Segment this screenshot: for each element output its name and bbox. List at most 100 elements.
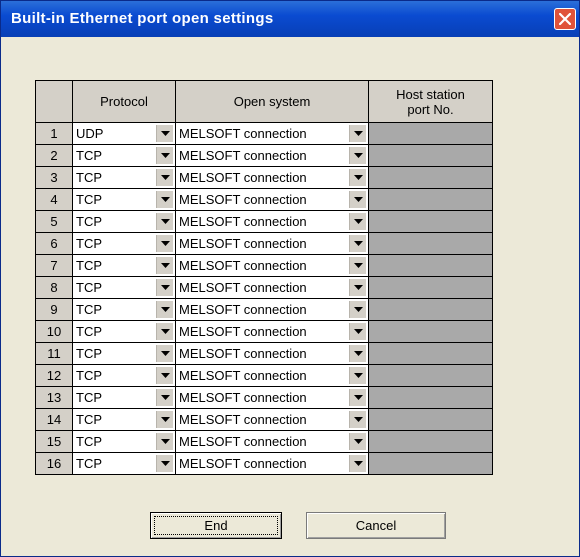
row-number[interactable]: 9 [35,298,73,321]
protocol-select[interactable]: TCP [72,254,176,277]
protocol-select[interactable]: UDP [72,122,176,145]
protocol-dropdown-button[interactable] [156,301,173,318]
open-system-dropdown-button[interactable] [349,169,366,186]
header-corner[interactable] [35,80,73,123]
row-number[interactable]: 10 [35,320,73,343]
open-system-select[interactable]: MELSOFT connection [175,298,369,321]
row-number[interactable]: 2 [35,144,73,167]
protocol-select[interactable]: TCP [72,298,176,321]
open-system-select[interactable]: MELSOFT connection [175,364,369,387]
protocol-select[interactable]: TCP [72,188,176,211]
open-system-dropdown-button[interactable] [349,191,366,208]
open-system-dropdown-button[interactable] [349,411,366,428]
close-button[interactable] [554,8,576,30]
row-number[interactable]: 7 [35,254,73,277]
row-number[interactable]: 11 [35,342,73,365]
open-system-select[interactable]: MELSOFT connection [175,386,369,409]
column-header-protocol[interactable]: Protocol [72,80,176,123]
protocol-dropdown-button[interactable] [156,213,173,230]
host-port-cell[interactable] [368,298,493,321]
open-system-dropdown-button[interactable] [349,147,366,164]
title-bar[interactable]: Built-in Ethernet port open settings [1,1,579,37]
protocol-dropdown-button[interactable] [156,125,173,142]
row-number[interactable]: 8 [35,276,73,299]
host-port-cell[interactable] [368,386,493,409]
protocol-select[interactable]: TCP [72,386,176,409]
row-number[interactable]: 15 [35,430,73,453]
protocol-dropdown-button[interactable] [156,169,173,186]
row-number[interactable]: 5 [35,210,73,233]
protocol-dropdown-button[interactable] [156,367,173,384]
host-port-cell[interactable] [368,342,493,365]
protocol-select[interactable]: TCP [72,276,176,299]
protocol-select[interactable]: TCP [72,430,176,453]
open-system-dropdown-button[interactable] [349,433,366,450]
open-system-select[interactable]: MELSOFT connection [175,276,369,299]
row-number[interactable]: 6 [35,232,73,255]
cancel-button[interactable]: Cancel [306,512,446,539]
protocol-select[interactable]: TCP [72,166,176,189]
protocol-dropdown-button[interactable] [156,389,173,406]
protocol-dropdown-button[interactable] [156,279,173,296]
host-port-cell[interactable] [368,430,493,453]
protocol-select[interactable]: TCP [72,144,176,167]
open-system-select[interactable]: MELSOFT connection [175,122,369,145]
open-system-select[interactable]: MELSOFT connection [175,342,369,365]
host-port-cell[interactable] [368,232,493,255]
open-system-dropdown-button[interactable] [349,213,366,230]
host-port-cell[interactable] [368,408,493,431]
open-system-select[interactable]: MELSOFT connection [175,232,369,255]
open-system-select[interactable]: MELSOFT connection [175,320,369,343]
protocol-select[interactable]: TCP [72,320,176,343]
open-system-dropdown-button[interactable] [349,323,366,340]
host-port-cell[interactable] [368,210,493,233]
row-number[interactable]: 13 [35,386,73,409]
protocol-select[interactable]: TCP [72,408,176,431]
host-port-cell[interactable] [368,144,493,167]
column-header-open-system[interactable]: Open system [175,80,369,123]
open-system-select[interactable]: MELSOFT connection [175,452,369,475]
row-number[interactable]: 4 [35,188,73,211]
open-system-dropdown-button[interactable] [349,235,366,252]
protocol-dropdown-button[interactable] [156,433,173,450]
protocol-select[interactable]: TCP [72,452,176,475]
open-system-dropdown-button[interactable] [349,125,366,142]
protocol-select[interactable]: TCP [72,210,176,233]
open-system-select[interactable]: MELSOFT connection [175,188,369,211]
protocol-dropdown-button[interactable] [156,411,173,428]
host-port-cell[interactable] [368,452,493,475]
protocol-dropdown-button[interactable] [156,191,173,208]
open-system-dropdown-button[interactable] [349,389,366,406]
protocol-select[interactable]: TCP [72,364,176,387]
open-system-dropdown-button[interactable] [349,301,366,318]
open-system-dropdown-button[interactable] [349,367,366,384]
host-port-cell[interactable] [368,166,493,189]
protocol-select[interactable]: TCP [72,342,176,365]
row-number[interactable]: 12 [35,364,73,387]
open-system-dropdown-button[interactable] [349,345,366,362]
row-number[interactable]: 14 [35,408,73,431]
host-port-cell[interactable] [368,364,493,387]
open-system-dropdown-button[interactable] [349,455,366,472]
host-port-cell[interactable] [368,320,493,343]
host-port-cell[interactable] [368,276,493,299]
open-system-select[interactable]: MELSOFT connection [175,430,369,453]
open-system-dropdown-button[interactable] [349,279,366,296]
protocol-select[interactable]: TCP [72,232,176,255]
protocol-dropdown-button[interactable] [156,257,173,274]
host-port-cell[interactable] [368,122,493,145]
protocol-dropdown-button[interactable] [156,323,173,340]
row-number[interactable]: 3 [35,166,73,189]
host-port-cell[interactable] [368,254,493,277]
open-system-select[interactable]: MELSOFT connection [175,210,369,233]
protocol-dropdown-button[interactable] [156,147,173,164]
host-port-cell[interactable] [368,188,493,211]
row-number[interactable]: 16 [35,452,73,475]
column-header-host-port[interactable]: Host station port No. [368,80,493,123]
open-system-select[interactable]: MELSOFT connection [175,408,369,431]
protocol-dropdown-button[interactable] [156,455,173,472]
protocol-dropdown-button[interactable] [156,235,173,252]
protocol-dropdown-button[interactable] [156,345,173,362]
open-system-select[interactable]: MELSOFT connection [175,144,369,167]
open-system-select[interactable]: MELSOFT connection [175,254,369,277]
